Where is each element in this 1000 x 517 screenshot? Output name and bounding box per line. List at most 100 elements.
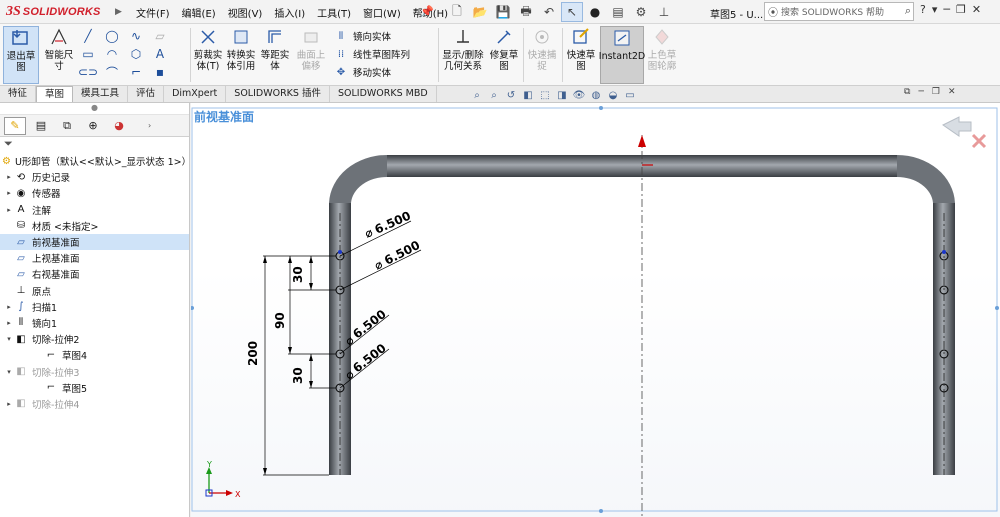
pin-icon[interactable]: 📌 <box>420 5 434 18</box>
tree-item[interactable]: ⌐ 草图5 <box>0 380 189 396</box>
featuremanager-tree-icon[interactable]: ✎ <box>4 116 26 135</box>
dim-90[interactable]: 90 <box>273 312 287 329</box>
help-icon[interactable]: ? <box>920 3 926 16</box>
graphics-area[interactable]: 前视基准面 200 30 90 30 ⌀ 6.500 ⌀ 6.500 ⌀ 6.5… <box>191 103 1000 517</box>
tree-item[interactable]: ▱ 上视基准面 <box>0 250 189 266</box>
new-document-icon[interactable]: 🗋 <box>446 2 468 22</box>
expand-arrow-icon[interactable]: ▸ <box>4 400 14 408</box>
shaded-sketch-contours-button[interactable]: 上色草 图轮廓 <box>646 26 678 72</box>
expand-arrow-icon[interactable]: ▾ <box>4 335 14 343</box>
dim-dia-4[interactable]: 6.500 <box>350 341 389 375</box>
zoom-to-fit-icon[interactable]: ⌕ <box>470 90 484 101</box>
search-box[interactable]: ⦿ 搜索 SOLIDWORKS 帮助 ⌕ <box>764 2 914 21</box>
arc-icon[interactable]: ◠ <box>102 47 122 61</box>
tab-2[interactable]: 模具工具 <box>73 86 129 102</box>
tree-item[interactable]: ▸ ⟲ 历史记录 <box>0 169 189 185</box>
restore-icon[interactable]: ❐ <box>956 3 966 16</box>
previous-view-icon[interactable]: ↺ <box>504 90 518 101</box>
menu-item[interactable]: 插入(I) <box>268 5 311 20</box>
line-icon[interactable]: ╱ <box>78 29 98 43</box>
spline-icon[interactable]: ∿ <box>126 29 146 43</box>
tile-icon[interactable]: ⧉ <box>904 87 910 97</box>
menu-item[interactable]: 工具(T) <box>311 5 357 20</box>
dim-30-top[interactable]: 30 <box>291 266 305 283</box>
menu-item[interactable]: 窗口(W) <box>357 5 407 20</box>
mirror-entities-button[interactable]: ⫴ 镜向实体 <box>334 27 391 45</box>
circle-icon[interactable]: ◯ <box>102 29 122 43</box>
menu-item[interactable]: 编辑(E) <box>176 5 222 20</box>
tree-item[interactable]: ⌐ 草图4 <box>0 347 189 363</box>
hide-show-items-icon[interactable]: 👁 <box>572 90 586 101</box>
expand-arrow-icon[interactable]: ▸ <box>4 173 14 181</box>
search-input[interactable]: 搜索 SOLIDWORKS 帮助 <box>781 5 884 18</box>
sketch-viewport[interactable]: 200 30 90 30 ⌀ 6.500 ⌀ 6.500 ⌀ 6.500 ⌀ 6… <box>191 103 1000 517</box>
tab-1[interactable]: 草图 <box>36 86 74 102</box>
filter-icon[interactable]: ⏷ <box>0 137 189 153</box>
dim-dia-3[interactable]: 6.500 <box>350 307 389 341</box>
rapid-sketch-button[interactable]: 快速草 图 <box>564 26 598 72</box>
expand-arrow-icon[interactable]: ▸ <box>4 189 14 197</box>
edit-appearance-icon[interactable]: ◍ <box>589 90 603 101</box>
dim-dia-1[interactable]: 6.500 <box>373 209 413 237</box>
tree-item[interactable]: ⛁ 材质 <未指定> <box>0 218 189 234</box>
expand-arrow-icon[interactable]: ▸ <box>4 303 14 311</box>
plane-tool-icon[interactable]: ▱ <box>150 29 170 43</box>
quick-snaps-button[interactable]: 快速捕 捉 <box>525 26 559 72</box>
move-entities-button[interactable]: ✥ 移动实体 <box>334 63 391 81</box>
tree-item[interactable]: ▸ ⫴ 镜向1 <box>0 315 189 331</box>
convert-entities-button[interactable]: 转换实 体引用 <box>225 26 257 72</box>
close-icon[interactable]: ✕ <box>972 3 981 16</box>
print-icon[interactable]: 🖶 <box>515 2 537 22</box>
trim-entities-button[interactable]: 剪裁实 体(T) <box>192 26 224 72</box>
tree-item[interactable]: ▸ ◧ 切除-拉伸4 <box>0 396 189 412</box>
minimize-icon[interactable]: ─ <box>943 3 950 16</box>
repair-sketch-button[interactable]: 修复草 图 <box>488 26 520 72</box>
expand-arrow-icon[interactable]: ▸ <box>4 319 14 327</box>
instant2d-button[interactable]: Instant2D <box>599 26 645 84</box>
select-cursor-icon[interactable]: ↖ <box>561 2 583 22</box>
tab-5[interactable]: SOLIDWORKS 插件 <box>226 86 330 102</box>
file-properties-icon[interactable]: ▤ <box>607 2 629 22</box>
tab-4[interactable]: DimXpert <box>164 86 227 102</box>
chevron-down-icon[interactable]: ▾ <box>932 3 938 16</box>
exit-sketch-button[interactable]: 退出草 图 <box>3 26 39 84</box>
chamfer-icon[interactable]: ⌐ <box>126 65 146 79</box>
section-view-icon[interactable]: ◧ <box>521 90 535 101</box>
view-settings-icon[interactable]: ▭ <box>623 90 637 101</box>
panel-drag-handle[interactable]: ● <box>0 103 189 115</box>
menu-item[interactable]: 文件(F) <box>130 5 176 20</box>
tree-item[interactable]: ▾ ◧ 切除-拉伸2 <box>0 331 189 347</box>
display-delete-relations-button[interactable]: 显示/删除 几何关系 <box>441 26 485 72</box>
display-style-icon[interactable]: ◨ <box>555 90 569 101</box>
confirmation-corner[interactable] <box>942 116 987 149</box>
dim-dia-2[interactable]: 6.500 <box>382 238 422 268</box>
search-icon[interactable]: ⌕ <box>905 4 911 18</box>
expand-arrow-icon[interactable]: › <box>148 121 151 130</box>
pin-down-icon[interactable]: ⊥ <box>653 2 675 22</box>
solidworks-logo[interactable]: 3S SOLIDWORKS <box>6 3 101 21</box>
slot-icon[interactable]: ⊂⊃ <box>78 65 98 79</box>
menu-item[interactable]: 视图(V) <box>222 5 269 20</box>
display-manager-icon[interactable]: ◕ <box>108 117 130 135</box>
doc-close-icon[interactable]: ✕ <box>948 87 956 97</box>
apply-scene-icon[interactable]: ◒ <box>606 90 620 101</box>
dim-200[interactable]: 200 <box>246 341 260 366</box>
tree-item[interactable]: ⊥ 原点 <box>0 283 189 299</box>
tree-item[interactable]: ▾ ◧ 切除-拉伸3 <box>0 363 189 379</box>
expand-arrow-icon[interactable]: ▾ <box>4 368 14 376</box>
chevron-right-icon[interactable]: ▶ <box>115 7 122 17</box>
offset-entities-button[interactable]: 等距实 体 <box>259 26 291 72</box>
tab-6[interactable]: SOLIDWORKS MBD <box>330 86 437 102</box>
smart-dimension-button[interactable]: 智能尺 寸 <box>42 26 76 72</box>
options-gear-icon[interactable]: ⚙ <box>630 2 652 22</box>
point-icon[interactable]: ▪ <box>150 65 170 79</box>
dim-30-bottom[interactable]: 30 <box>291 367 305 384</box>
view-orientation-icon[interactable]: ⬚ <box>538 90 552 101</box>
linear-pattern-button[interactable]: ⁞⁞ 线性草图阵列 <box>334 45 410 63</box>
doc-minimize-icon[interactable]: ─ <box>918 87 923 97</box>
tree-item[interactable]: ▸ A 注解 <box>0 202 189 218</box>
cancel-sketch-icon[interactable] <box>971 133 987 149</box>
surface-offset-button[interactable]: 曲面上 偏移 <box>294 26 328 72</box>
tree-item[interactable]: ▸ ◉ 传感器 <box>0 185 189 201</box>
tree-root-part[interactable]: ⚙ U形卸管（默认<<默认>_显示状态 1>） <box>0 153 191 169</box>
